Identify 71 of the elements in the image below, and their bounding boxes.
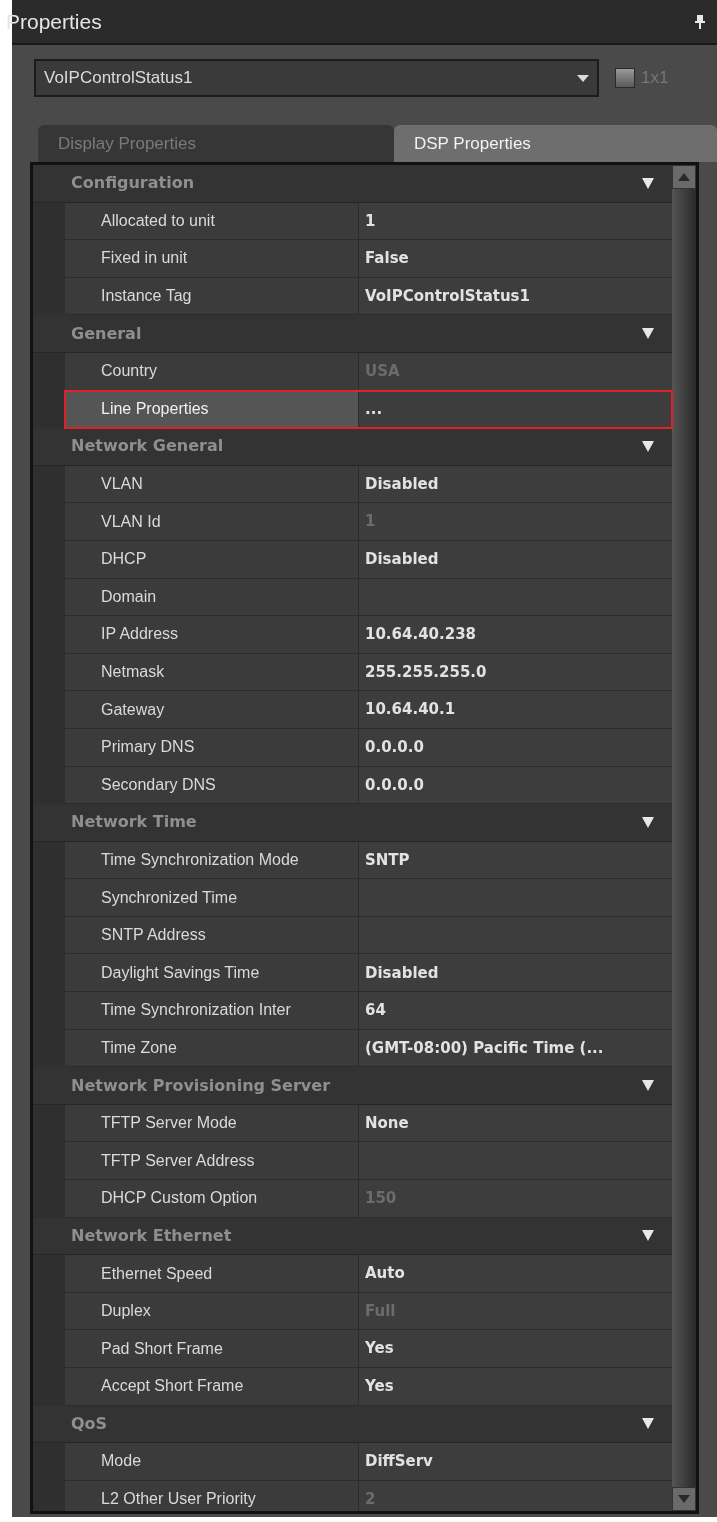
property-name-cell[interactable]: IP Address (65, 616, 359, 653)
property-value-cell[interactable]: ... (359, 390, 672, 428)
property-name-cell[interactable]: Domain (65, 578, 359, 616)
property-name-cell[interactable]: Gateway (65, 691, 359, 728)
category-header[interactable]: General (33, 315, 672, 353)
collapse-icon[interactable] (642, 1230, 654, 1242)
property-value-cell[interactable]: SNTP (359, 841, 672, 879)
category-header[interactable]: Network Ethernet (33, 1217, 672, 1256)
tab[interactable]: DSP Properties (394, 125, 717, 162)
collapse-icon[interactable] (642, 1080, 654, 1092)
property-name-cell[interactable]: Primary DNS (65, 728, 359, 766)
dropdown-caret-icon (577, 74, 589, 82)
property-value-cell[interactable]: 64 (359, 992, 672, 1029)
collapse-icon[interactable] (642, 328, 654, 340)
property-name-cell[interactable]: Synchronized Time (65, 879, 359, 916)
grid-checkbox[interactable] (615, 68, 635, 88)
property-name-cell[interactable]: DHCP (65, 540, 359, 578)
property-name-cell[interactable]: Instance Tag (65, 277, 359, 315)
collapse-icon[interactable] (642, 440, 654, 452)
property-value-cell[interactable]: (GMT-08:00) Pacific Time (... (359, 1029, 672, 1067)
pin-icon[interactable] (695, 14, 705, 29)
property-name-cell[interactable]: Mode (65, 1443, 359, 1480)
property-name-cell[interactable]: Ethernet Speed (65, 1255, 359, 1292)
property-value-cell[interactable]: Disabled (359, 465, 672, 503)
property-value-cell[interactable]: 0.0.0.0 (359, 766, 672, 804)
collapse-icon[interactable] (642, 177, 654, 189)
up-arrow-icon (678, 173, 690, 181)
property-name-cell[interactable]: Line Properties (65, 390, 359, 428)
property-value-cell[interactable] (359, 879, 672, 916)
property-value-cell[interactable]: 10.64.40.238 (359, 616, 672, 653)
property-value-cell[interactable]: None (359, 1104, 672, 1142)
property-value-cell[interactable]: 0.0.0.0 (359, 728, 672, 766)
property-value-cell[interactable]: False (359, 240, 672, 277)
property-value-cell[interactable]: Auto (359, 1255, 672, 1292)
property-name-cell[interactable]: Netmask (65, 653, 359, 691)
collapse-icon[interactable] (642, 1418, 654, 1430)
property-value-cell[interactable]: Yes (359, 1330, 672, 1367)
property-value-cell[interactable]: VoIPControlStatus1 (359, 277, 672, 315)
category-header[interactable]: Network Provisioning Server (33, 1067, 672, 1105)
property-value-cell[interactable]: Yes (359, 1368, 672, 1405)
property-name-cell[interactable]: Time Synchronization Inter (65, 992, 359, 1029)
property-name-cell[interactable]: SNTP Address (65, 916, 359, 954)
property-name-cell[interactable]: Allocated to unit (65, 202, 359, 240)
property-name-cell[interactable]: TFTP Server Address (65, 1142, 359, 1180)
property-value-cell[interactable]: Disabled (359, 954, 672, 992)
property-name-cell[interactable]: Daylight Savings Time (65, 954, 359, 992)
property-value-cell[interactable]: Disabled (359, 540, 672, 578)
property-name-cell[interactable]: Secondary DNS (65, 766, 359, 804)
component-dropdown[interactable]: VoIPControlStatus1 (34, 59, 599, 97)
category-header[interactable]: QoS (33, 1405, 672, 1444)
property-name-cell[interactable]: Pad Short Frame (65, 1330, 359, 1367)
down-arrow-icon (678, 1495, 690, 1503)
collapse-icon[interactable] (642, 816, 654, 828)
category-header[interactable]: Network Time (33, 804, 672, 842)
scroll-down-button[interactable] (672, 1487, 696, 1511)
property-value-cell[interactable]: DiffServ (359, 1443, 672, 1480)
category-header[interactable]: Configuration (33, 165, 672, 203)
property-value-cell[interactable] (359, 1142, 672, 1180)
property-name-cell[interactable]: Accept Short Frame (65, 1368, 359, 1405)
property-value-cell[interactable]: 1 (359, 202, 672, 240)
property-name-cell[interactable]: Fixed in unit (65, 240, 359, 277)
property-value-cell[interactable]: 10.64.40.1 (359, 691, 672, 728)
category-header[interactable]: Network General (33, 428, 672, 466)
property-name-cell[interactable]: Time Synchronization Mode (65, 841, 359, 879)
property-value-cell[interactable]: 255.255.255.0 (359, 653, 672, 691)
property-value-cell[interactable] (359, 916, 672, 954)
property-name-cell[interactable]: Time Zone (65, 1029, 359, 1067)
property-value-cell[interactable] (359, 578, 672, 616)
property-name-cell[interactable]: VLAN (65, 465, 359, 503)
scroll-up-button[interactable] (672, 165, 696, 189)
property-name-cell[interactable]: TFTP Server Mode (65, 1104, 359, 1142)
